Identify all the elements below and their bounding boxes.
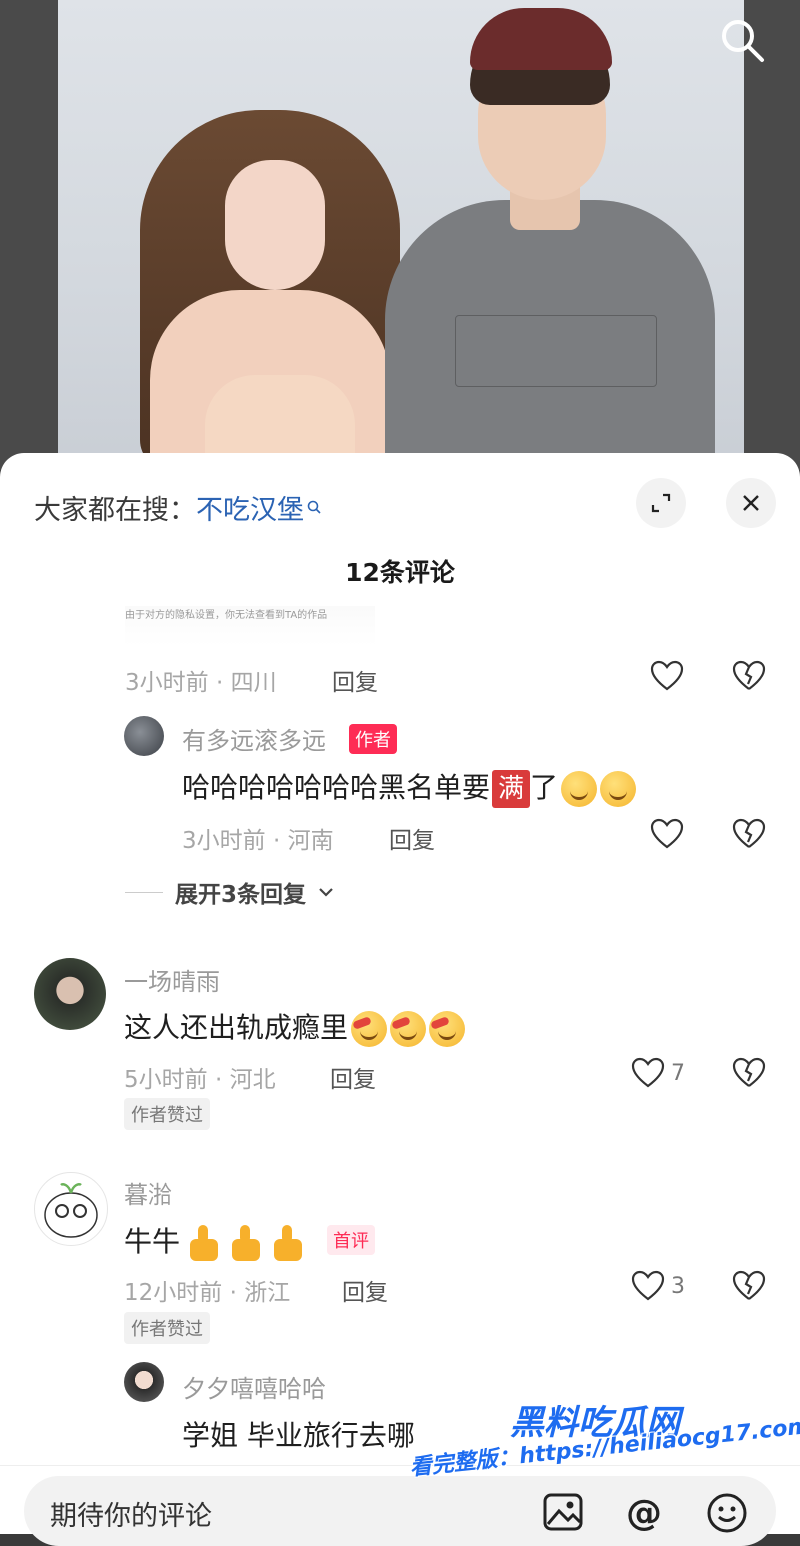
hidden-work-notice: 由于对方的隐私设置，你无法查看到TA的作品 [125, 606, 375, 646]
comment-author-name[interactable]: 有多远滚多远 [182, 721, 326, 756]
broken-heart-icon[interactable] [732, 1270, 766, 1306]
full-emoji: 满 [492, 770, 531, 808]
reply-button[interactable]: 回复 [330, 1060, 376, 1094]
broken-heart-icon[interactable] [732, 660, 766, 696]
comment-text: 这人还出轨成瘾里 [124, 1006, 466, 1047]
comment-text-main: 哈哈哈哈哈哈哈黑名单要 [182, 771, 491, 804]
comment-author-name[interactable]: 夕夕嘻嘻哈哈 [182, 1369, 326, 1404]
like-count: 3 [671, 1273, 685, 1299]
comment-author-name[interactable]: 暮湁 [124, 1175, 172, 1210]
hot-search-prefix: 大家都在搜： [34, 495, 196, 526]
person-left-face [225, 160, 325, 290]
search-icon[interactable] [307, 490, 321, 521]
svg-text:@: @ [626, 1493, 662, 1532]
author-liked-badge: 作者赞过 [124, 1312, 210, 1344]
search-icon[interactable] [716, 14, 768, 66]
comment-time: 12小时前 · 浙江 [124, 1280, 291, 1306]
comment-text: 哈哈哈哈哈哈哈黑名单要满了 [182, 766, 637, 808]
comment-time: 5小时前 · 河北 [124, 1067, 276, 1093]
comment-text: 牛牛 [124, 1220, 306, 1261]
avatar[interactable] [124, 716, 164, 756]
avatar[interactable] [34, 1172, 108, 1246]
author-badge: 作者 [349, 724, 397, 754]
dizzy-face-icon [561, 771, 598, 807]
first-comment-badge: 首评 [327, 1225, 375, 1255]
expand-replies-label: 展开3条回复 [175, 882, 307, 908]
heart-icon [650, 818, 684, 849]
comment-time: 3小时前 · 河南 [182, 828, 334, 854]
blushing-face-icon [429, 1011, 466, 1047]
expand-icon[interactable] [636, 478, 686, 528]
comment-text-main: 这人还出轨成瘾里 [124, 1011, 349, 1044]
avatar[interactable] [124, 1362, 164, 1402]
thumbs-up-icon [228, 1225, 264, 1261]
shirt-print [455, 315, 657, 387]
reply-button[interactable]: 回复 [332, 663, 378, 697]
comment-sheet [0, 453, 800, 1533]
at-mention-icon[interactable]: @ [622, 1492, 666, 1536]
comment-input-placeholder: 期待你的评论 [50, 1501, 212, 1532]
like-button[interactable] [650, 818, 684, 850]
blushing-face-icon [351, 1011, 388, 1047]
dizzy-face-icon [600, 771, 637, 807]
reply-button[interactable]: 回复 [342, 1273, 388, 1307]
image-icon[interactable] [542, 1492, 584, 1536]
close-icon[interactable] [726, 478, 776, 528]
comment-text: 学姐 毕业旅行去哪 [182, 1419, 415, 1452]
hot-search: 大家都在搜：不吃汉堡 [34, 488, 321, 527]
thumbs-up-icon [270, 1225, 306, 1261]
author-liked-badge: 作者赞过 [124, 1098, 210, 1130]
comment-text-tail: 了 [530, 771, 559, 804]
video-photo[interactable] [0, 0, 800, 470]
thumbs-up-icon [186, 1225, 222, 1261]
broken-heart-icon[interactable] [732, 818, 766, 854]
chevron-down-icon [319, 888, 333, 897]
comment-text-main: 牛牛 [124, 1225, 181, 1258]
heart-icon [631, 1270, 665, 1301]
cartoon-sprout-icon [44, 1183, 98, 1238]
comment-count-title: 12条评论 [345, 558, 455, 587]
expand-replies-button[interactable]: 展开3条回复 [125, 875, 334, 909]
like-count: 7 [671, 1060, 685, 1086]
blushing-face-icon [390, 1011, 427, 1047]
heart-icon [631, 1057, 665, 1088]
emoji-icon[interactable] [706, 1492, 748, 1538]
comment-time: 3小时前 · 四川 [125, 670, 277, 696]
reply-button[interactable]: 回复 [389, 821, 435, 855]
comment-author-name[interactable]: 一场晴雨 [124, 962, 220, 997]
like-button[interactable]: 3 [631, 1270, 685, 1302]
broken-heart-icon[interactable] [732, 1057, 766, 1093]
heart-icon [650, 660, 684, 691]
like-button[interactable] [650, 660, 684, 692]
divider [125, 891, 163, 893]
hot-search-keyword[interactable]: 不吃汉堡 [196, 495, 304, 526]
like-button[interactable]: 7 [631, 1057, 685, 1089]
avatar[interactable] [34, 958, 106, 1030]
